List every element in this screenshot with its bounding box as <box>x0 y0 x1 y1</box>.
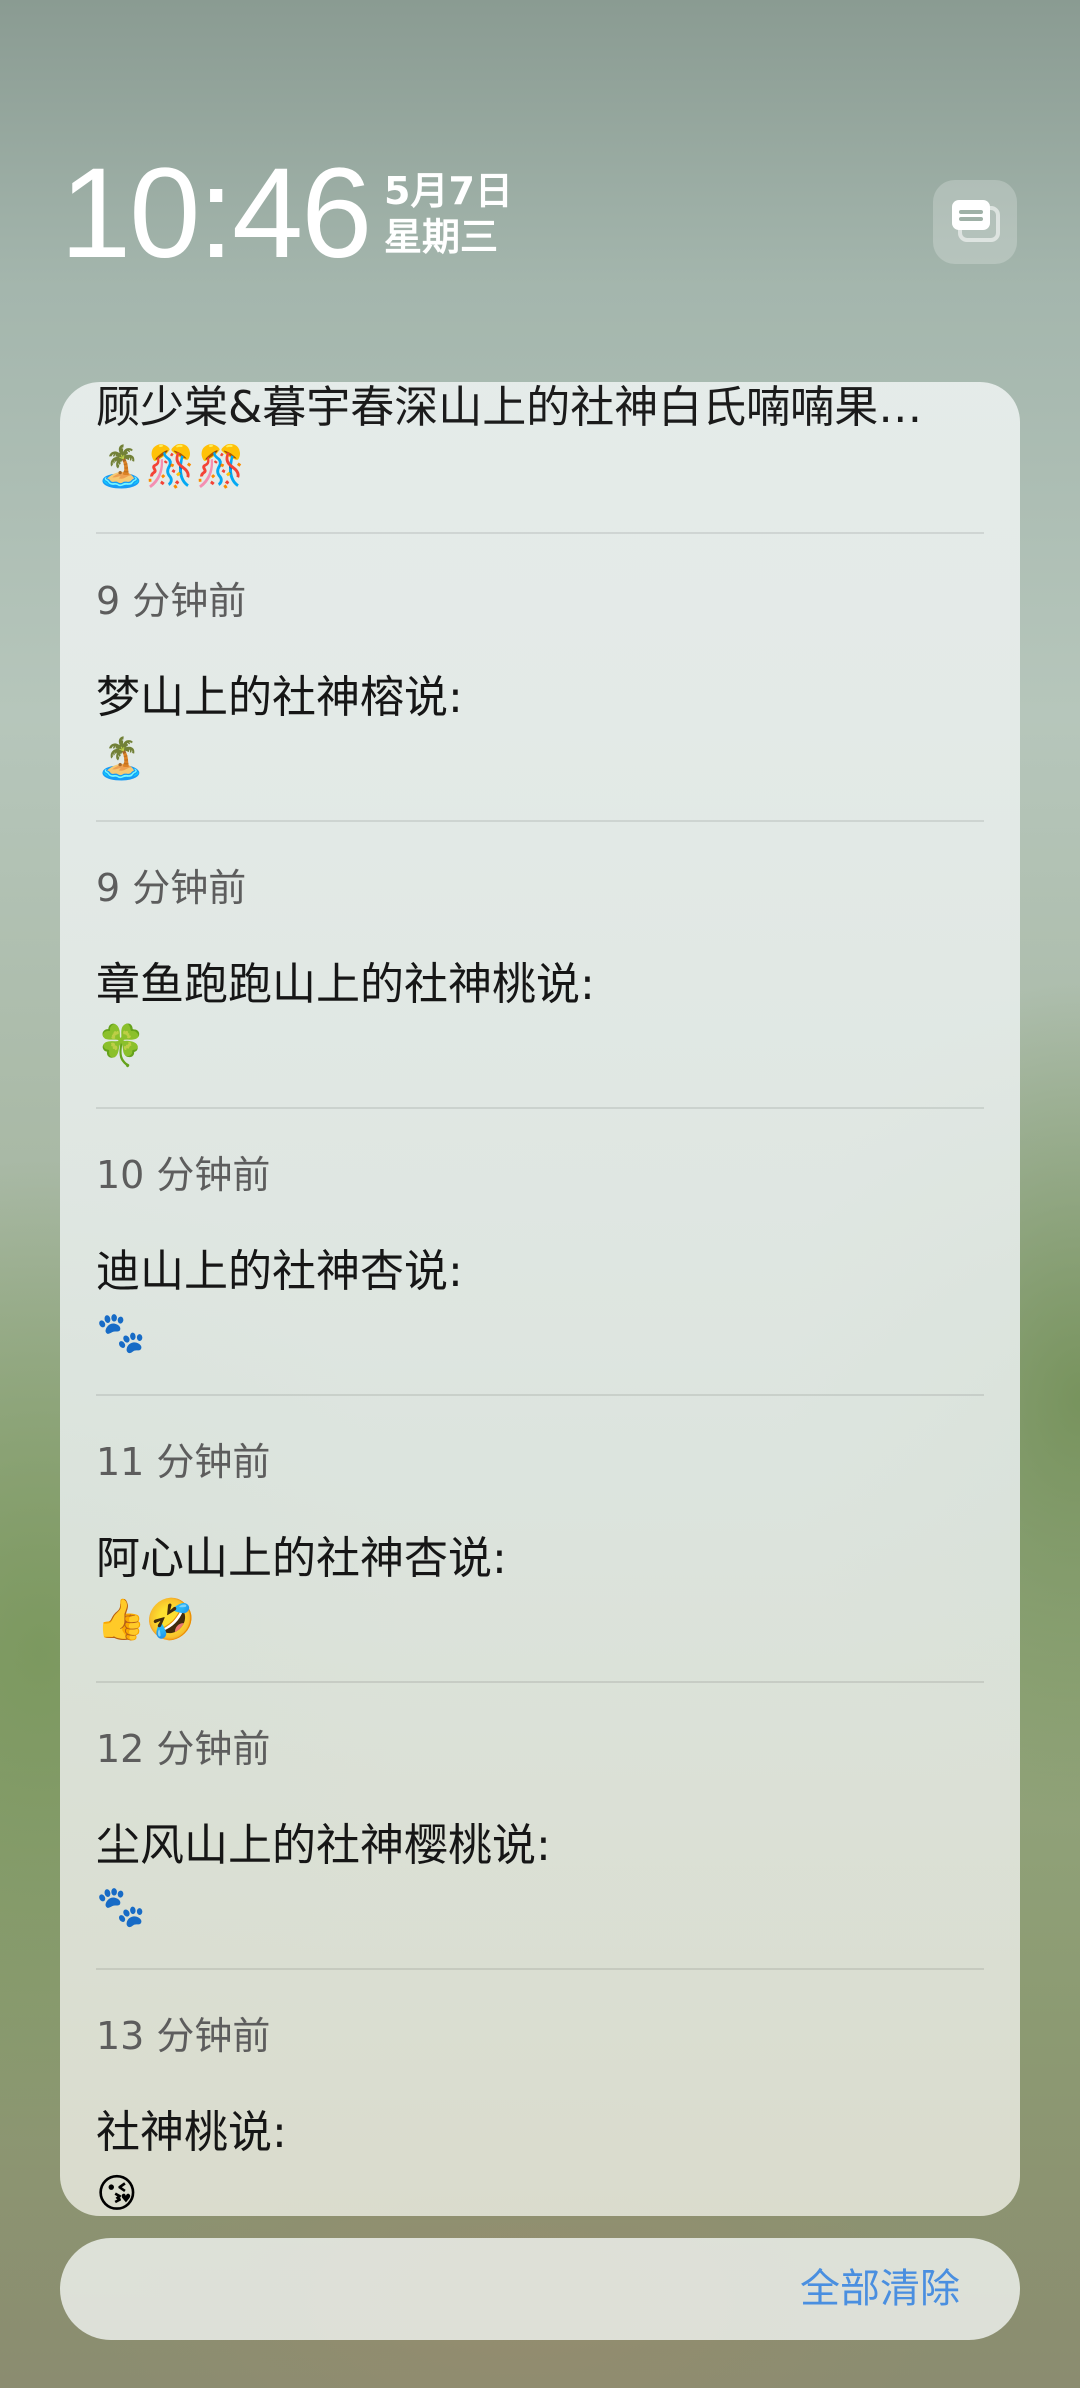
notification-message: 🍀 <box>96 1023 146 1069</box>
notification-time: 11 分钟前 <box>96 1440 271 1484</box>
notification-item[interactable]: 10 分钟前 迪山上的社神杏说: 🐾 <box>96 1108 984 1395</box>
notification-time: 9 分钟前 <box>96 579 247 623</box>
notification-time: 9 分钟前 <box>96 866 247 910</box>
clear-all-button[interactable]: 全部清除 <box>800 2238 960 2340</box>
clear-all-bar: 全部清除 <box>60 2238 1020 2340</box>
notification-time: 12 分钟前 <box>96 1727 271 1771</box>
notification-message: 🐾 <box>96 1310 146 1356</box>
notification-message: 🐾 <box>96 1884 146 1930</box>
notification-sender: 阿心山上的社神杏说: <box>96 1533 507 1584</box>
stacked-cards-icon <box>952 200 1000 242</box>
notification-item[interactable]: 9 分钟前 章鱼跑跑山上的社神桃说: 🍀 <box>96 821 984 1108</box>
notification-item[interactable]: 12 分钟前 尘风山上的社神樱桃说: 🐾 <box>96 1682 984 1969</box>
notification-item[interactable]: 9 分钟前 梦山上的社神榕说: 🏝️ <box>96 534 984 821</box>
notification-sender: 章鱼跑跑山上的社神桃说: <box>96 959 595 1010</box>
weekday-label: 星期三 <box>384 215 499 259</box>
notification-time: 13 分钟前 <box>96 2014 271 2058</box>
notification-message: 😘 <box>96 2171 138 2216</box>
notification-message: 👍🤣 <box>96 1597 196 1643</box>
notification-sender: 社神桃说: <box>96 2107 287 2158</box>
lockscreen-clock: 10:46 <box>60 142 372 285</box>
notification-sender: 尘风山上的社神樱桃说: <box>96 1820 551 1871</box>
notification-message: 🏝️ <box>96 736 146 782</box>
notification-group-toggle-button[interactable] <box>933 180 1017 264</box>
notification-item[interactable]: 13 分钟前 社神桃说: 😘 <box>96 1969 984 2216</box>
notification-title[interactable]: 顾少棠&暮宇春深山上的社神白氏喃喃果… <box>96 382 984 436</box>
notification-card[interactable]: 顾少棠&暮宇春深山上的社神白氏喃喃果… 🏝️🎊🎊 9 分钟前 梦山上的社神榕说:… <box>60 382 1020 2216</box>
notification-item[interactable]: 11 分钟前 阿心山上的社神杏说: 👍🤣 <box>96 1395 984 1682</box>
notification-sender: 迪山上的社神杏说: <box>96 1246 463 1297</box>
date-label: 5月7日 <box>384 169 513 213</box>
notification-sender: 梦山上的社神榕说: <box>96 672 463 723</box>
notification-time: 10 分钟前 <box>96 1153 271 1197</box>
notification-message: 🏝️🎊🎊 <box>96 444 246 490</box>
lockscreen-date: 5月7日 星期三 <box>384 168 513 260</box>
